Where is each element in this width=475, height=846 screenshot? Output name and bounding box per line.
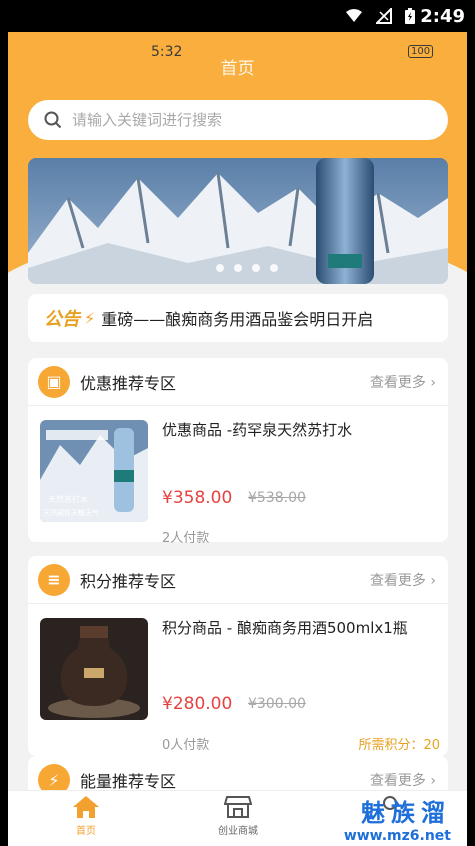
bottom-nav: 首页 创业商城 魅族溜 www.mz6.net bbox=[8, 790, 467, 846]
section-title: 能量推荐专区 bbox=[80, 772, 177, 791]
product-sold-count: 2人付款 bbox=[162, 531, 210, 546]
product-item[interactable]: 天然苏打水 天然碱性天糖无气 优惠商品 -药罕泉天然苏打水 ¥358.00 ¥5… bbox=[28, 406, 448, 552]
product-old-price: ¥300.00 bbox=[248, 696, 306, 712]
nav-item-shop[interactable]: 创业商城 bbox=[198, 795, 278, 837]
banner-carousel[interactable] bbox=[28, 158, 448, 284]
megaphone-icon: ⚡ bbox=[84, 308, 96, 328]
ticket-icon: ▣ bbox=[38, 365, 70, 398]
section-header: ≡ 积分推荐专区 查看更多 › bbox=[28, 556, 448, 604]
product-old-price: ¥538.00 bbox=[248, 490, 306, 506]
carousel-dot[interactable] bbox=[252, 264, 260, 272]
product-name: 优惠商品 -药罕泉天然苏打水 bbox=[162, 421, 353, 439]
carousel-dot[interactable] bbox=[216, 264, 224, 272]
product-name: 积分商品 - 酿痴商务用酒500mlx1瓶 bbox=[162, 619, 408, 637]
product-price: ¥358.00 bbox=[162, 488, 233, 508]
carousel-dots bbox=[216, 264, 278, 272]
wifi-icon bbox=[346, 9, 362, 22]
nav-label: 创业商城 bbox=[218, 826, 258, 837]
view-more-link[interactable]: 查看更多 › bbox=[370, 770, 436, 790]
app-screen: 5:32 100 首页 公告 ⚡ 重磅——酿痴商务用酒品鉴 bbox=[8, 32, 467, 846]
section-title: 积分推荐专区 bbox=[80, 571, 177, 591]
section-card-points: ≡ 积分推荐专区 查看更多 › 积分商品 - 酿痴商务用酒500mlx1瓶 ¥2… bbox=[28, 556, 448, 756]
notice-text: 重磅——酿痴商务用酒品鉴会明日开启 bbox=[101, 310, 374, 329]
shop-icon bbox=[223, 796, 253, 818]
notice-bar[interactable]: 公告 ⚡ 重磅——酿痴商务用酒品鉴会明日开启 bbox=[28, 294, 448, 342]
carousel-dot[interactable] bbox=[234, 264, 242, 272]
carousel-dot[interactable] bbox=[270, 264, 278, 272]
home-icon bbox=[73, 796, 99, 818]
required-points: 所需积分：20 bbox=[358, 738, 440, 753]
search-bar[interactable] bbox=[28, 100, 448, 140]
section-card-discount: ▣ 优惠推荐专区 查看更多 › 天然苏打水 天然碱性天糖无气 优惠商品 -药罕泉… bbox=[28, 358, 448, 546]
product-image bbox=[40, 618, 148, 720]
watermark-brand: 魅族溜 bbox=[361, 799, 451, 827]
nav-label: 首页 bbox=[76, 826, 96, 837]
search-icon bbox=[44, 111, 62, 129]
view-more-link[interactable]: 查看更多 › bbox=[370, 372, 436, 392]
view-more-link[interactable]: 查看更多 › bbox=[370, 570, 436, 590]
system-time: 2:49 bbox=[420, 6, 465, 27]
product-item[interactable]: 积分商品 - 酿痴商务用酒500mlx1瓶 ¥280.00 ¥300.00 0人… bbox=[28, 604, 448, 753]
coins-icon: ≡ bbox=[38, 563, 70, 596]
image-caption: 天然苏打水 bbox=[48, 494, 88, 504]
system-status-bar: 2:49 bbox=[0, 0, 475, 32]
notice-logo: 公告 bbox=[44, 309, 80, 330]
nav-item-home[interactable]: 首页 bbox=[46, 795, 126, 837]
watermark-url: www.mz6.net bbox=[343, 828, 451, 844]
product-sold-count: 0人付款 bbox=[162, 738, 210, 753]
search-input[interactable] bbox=[72, 111, 412, 129]
section-title: 优惠推荐专区 bbox=[80, 373, 177, 393]
image-caption: 天然碱性天糖无气 bbox=[43, 508, 99, 517]
product-price: ¥280.00 bbox=[162, 694, 233, 714]
section-header: ▣ 优惠推荐专区 查看更多 › bbox=[28, 358, 448, 406]
cellular-icon bbox=[376, 8, 392, 24]
product-image: 天然苏打水 天然碱性天糖无气 bbox=[40, 420, 148, 522]
page-title: 首页 bbox=[220, 59, 255, 79]
battery-icon bbox=[405, 8, 415, 24]
